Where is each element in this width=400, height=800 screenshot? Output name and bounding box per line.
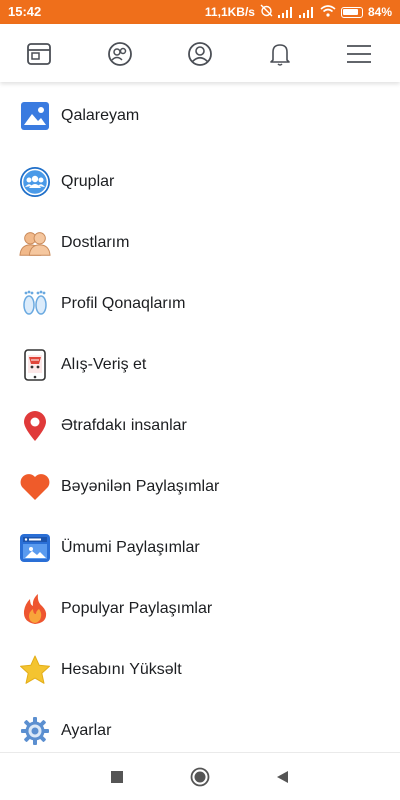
back-triangle-icon[interactable] — [272, 767, 292, 787]
heart-icon — [19, 471, 51, 503]
top-nav — [0, 24, 400, 82]
menu-item-public-posts[interactable]: Ümumi Paylaşımlar — [0, 519, 400, 577]
hamburger-menu-icon[interactable] — [345, 40, 373, 68]
menu-item-label: Dostlarım — [61, 234, 130, 251]
menu-item-label: Qalareyam — [61, 107, 140, 124]
footprints-icon — [19, 288, 51, 320]
menu-item-profile-visitors[interactable]: Profil Qonaqlarım — [0, 275, 400, 333]
bell-icon[interactable] — [266, 40, 294, 68]
menu-item-label: Ayarlar — [61, 722, 112, 739]
menu-item-label: Qruplar — [61, 173, 115, 190]
menu-item-nearby-people[interactable]: Ətrafdakı insanlar — [0, 397, 400, 455]
status-time: 15:42 — [8, 4, 42, 19]
signal-icon — [277, 6, 294, 18]
menu-item-label: Alış-Veriş et — [61, 356, 147, 373]
shopping-icon — [19, 349, 51, 381]
menu-item-groups[interactable]: Qruplar — [0, 153, 400, 211]
menu-item-popular-posts[interactable]: Populyar Paylaşımlar — [0, 580, 400, 638]
groups-icon[interactable] — [106, 40, 134, 68]
menu-item-gallery[interactable]: Qalareyam — [0, 87, 400, 145]
signal-icon-2 — [298, 6, 315, 18]
profile-icon[interactable] — [186, 40, 214, 68]
gallery-icon — [19, 100, 51, 132]
battery-percent: 84% — [367, 5, 392, 19]
menu-item-shopping[interactable]: Alış-Veriş et — [0, 336, 400, 394]
status-bar: 15:42 11,1KB/s 84% — [0, 0, 400, 24]
network-speed: 11,1KB/s — [204, 5, 255, 19]
location-pin-icon — [19, 410, 51, 442]
battery-icon — [340, 6, 363, 18]
menu-item-label: Populyar Paylaşımlar — [61, 600, 213, 617]
menu-item-upgrade-account[interactable]: Hesabını Yüksəlt — [0, 641, 400, 699]
feed-icon[interactable] — [25, 40, 53, 68]
menu-item-friends[interactable]: Dostlarım — [0, 214, 400, 272]
menu-item-label: Ümumi Paylaşımlar — [61, 539, 200, 556]
home-circle-icon[interactable] — [190, 767, 210, 787]
menu-item-liked-posts[interactable]: Bəyənilən Paylaşımlar — [0, 458, 400, 516]
alarm-off-icon — [260, 4, 273, 20]
menu-item-label: Hesabını Yüksəlt — [61, 661, 182, 678]
fire-icon — [19, 593, 51, 625]
status-right: 11,1KB/s 84% — [205, 4, 392, 20]
public-posts-icon — [19, 532, 51, 564]
wifi-icon — [320, 4, 336, 20]
gear-icon — [19, 715, 51, 747]
star-icon — [19, 654, 51, 686]
recents-square-icon[interactable] — [107, 767, 127, 787]
system-nav-bar — [0, 752, 400, 800]
friends-icon — [19, 227, 51, 259]
menu-item-label: Ətrafdakı insanlar — [61, 417, 187, 434]
menu-item-label: Bəyənilən Paylaşımlar — [61, 478, 220, 495]
menu-item-label: Profil Qonaqlarım — [61, 295, 186, 312]
groups-icon — [19, 166, 51, 198]
